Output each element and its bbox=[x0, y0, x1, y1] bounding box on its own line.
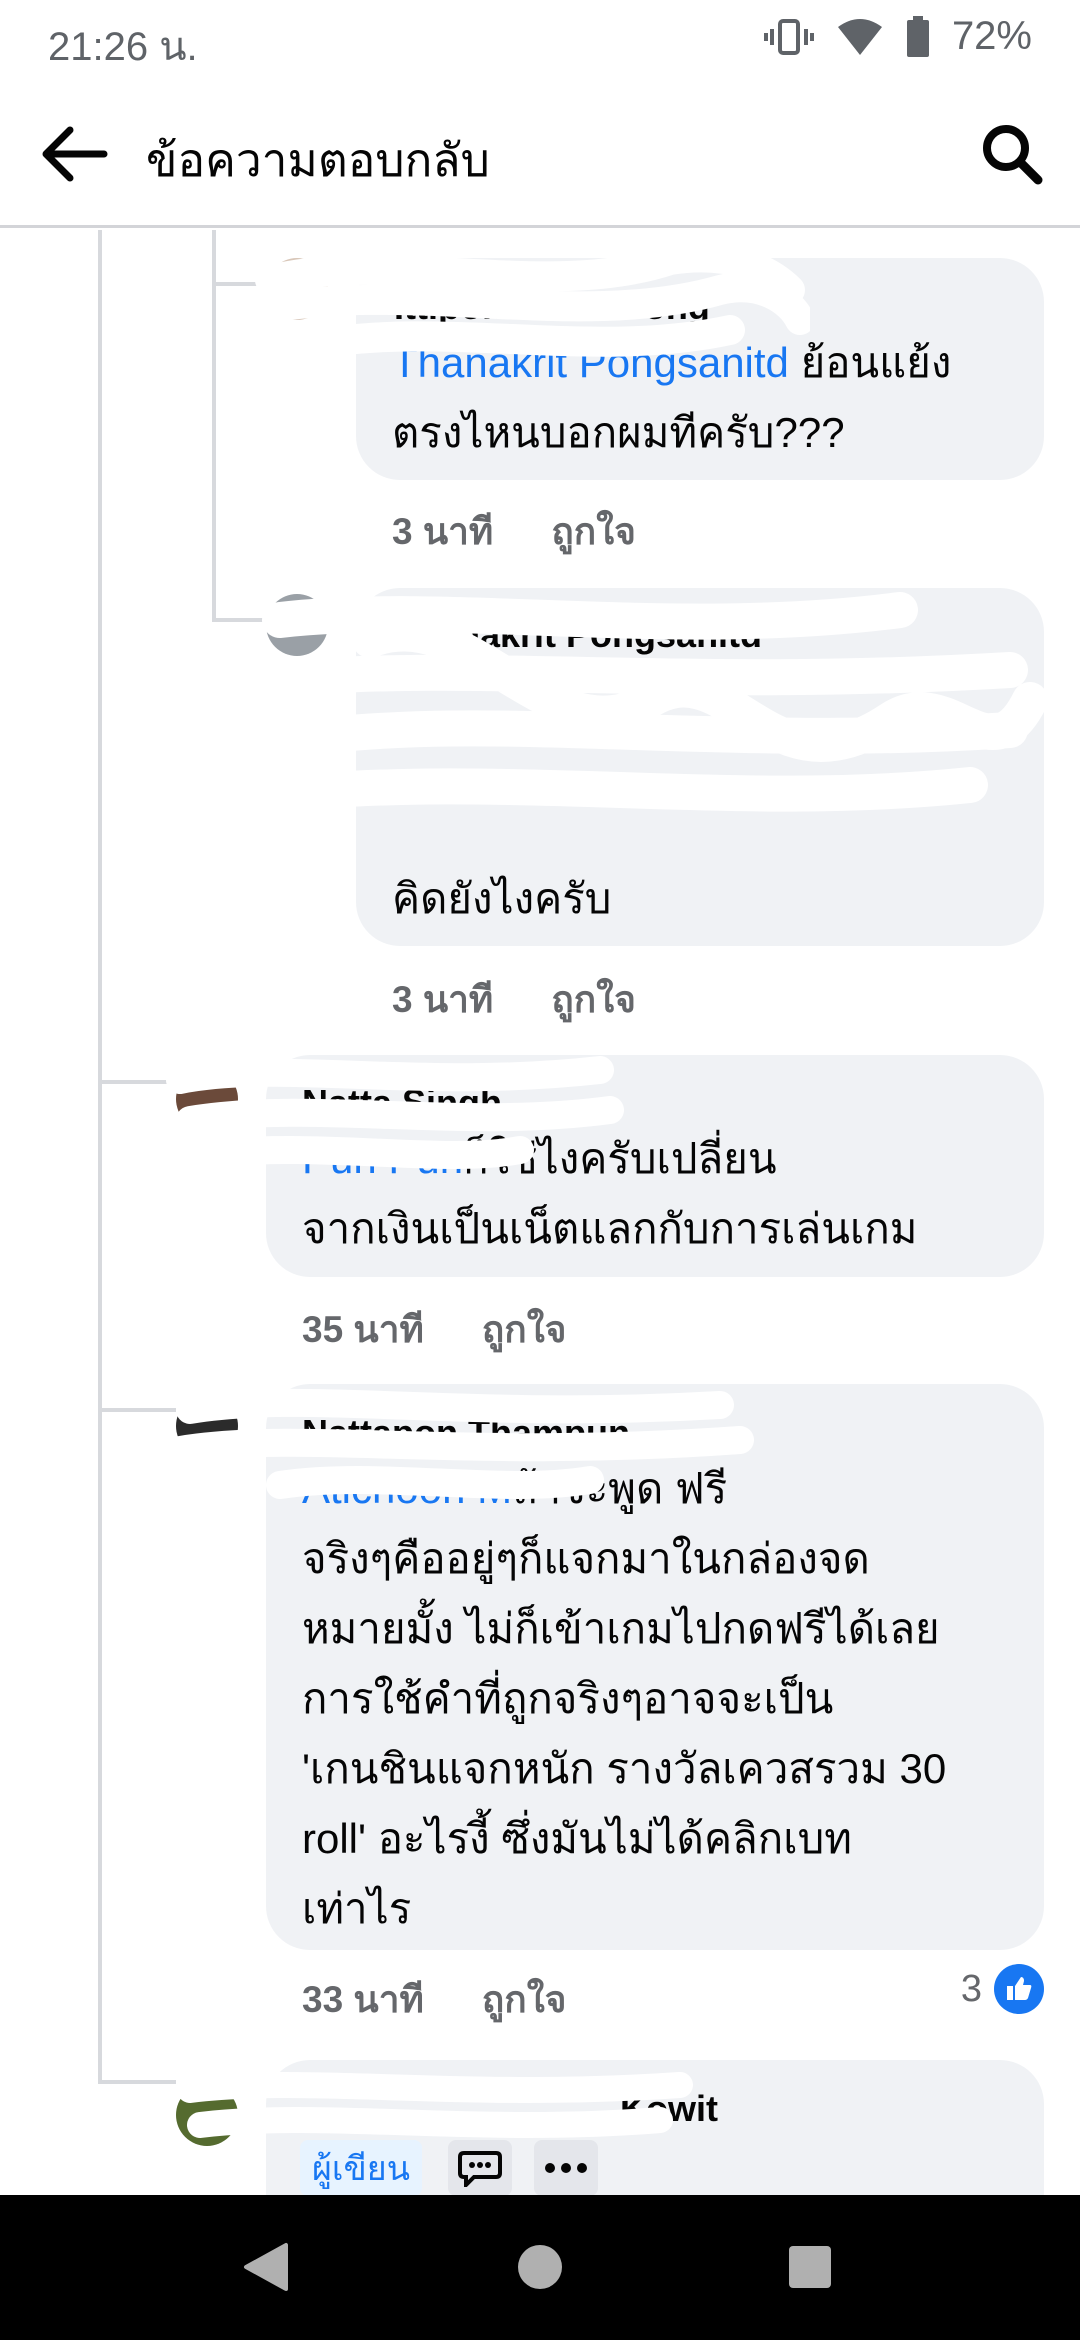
thread-line-inner-branch bbox=[212, 618, 268, 622]
comment-text-line: เท่าไร bbox=[302, 1885, 412, 1932]
circle-home-icon bbox=[518, 2245, 562, 2289]
comment-author[interactable]: Natta Singh bbox=[302, 1082, 502, 1124]
author-badge: ผู้เขียน bbox=[300, 2140, 422, 2196]
comment-text-line: การใช้คำที่ถูกจริงๆอาจจะเป็น bbox=[302, 1675, 834, 1722]
comment-meta: 33 นาที ถูกใจ bbox=[302, 1970, 566, 2029]
thread-line-outer bbox=[98, 230, 102, 2080]
reaction-count: 3 bbox=[960, 1967, 982, 2010]
comment-mention[interactable]: Atichoon M bbox=[302, 1465, 512, 1512]
comment-text-line: 'เกนชินแจกหนัก รางวัลเควสรวม 30 bbox=[302, 1745, 947, 1792]
battery-icon bbox=[906, 15, 930, 58]
wifi-icon bbox=[836, 17, 884, 57]
thread-line-outer-branch bbox=[98, 1080, 176, 1084]
thumbs-up-icon bbox=[994, 1964, 1044, 2014]
thread-line-inner-branch bbox=[212, 282, 268, 286]
avatar[interactable] bbox=[266, 594, 328, 656]
comment-time: 3 นาที bbox=[392, 511, 494, 552]
comment-text-line: Atichoon Mถ้าจะพูด ฟรี bbox=[302, 1465, 728, 1512]
comment-text-line: roll' อะไรงี้ ซึ่งมันไม่ได้คลิกเบท bbox=[302, 1815, 852, 1862]
comment-author[interactable]: Thanakrit Pongsanitd bbox=[394, 614, 762, 656]
avatar[interactable] bbox=[176, 2084, 238, 2146]
triangle-back-icon bbox=[244, 2243, 288, 2291]
comment-text-line: Pun Punก็ใช่ไงครับเปลี่ยน bbox=[302, 1135, 777, 1182]
like-button[interactable]: ถูกใจ bbox=[551, 970, 636, 1029]
vibrate-icon bbox=[763, 17, 814, 57]
thread-line-inner bbox=[212, 230, 216, 620]
status-time: 21:26 น. bbox=[48, 25, 198, 69]
arrow-left-icon bbox=[42, 126, 108, 182]
nav-back-button[interactable] bbox=[236, 2237, 296, 2297]
message-icon[interactable] bbox=[448, 2140, 512, 2196]
status-bar: 21:26 น. 72% bbox=[0, 0, 1080, 80]
page-title: ข้อความตอบกลับ bbox=[146, 134, 490, 186]
comment-author[interactable]: Ittipon Sutthiwong bbox=[394, 286, 710, 328]
nav-recents-button[interactable] bbox=[780, 2237, 840, 2297]
status-icons: 72% bbox=[763, 14, 1032, 59]
search-icon bbox=[983, 125, 1043, 185]
thread-line-outer-branch bbox=[98, 1408, 176, 1412]
comment-time: 3 นาที bbox=[392, 979, 494, 1020]
comment-meta: 3 นาที ถูกใจ bbox=[392, 502, 636, 561]
comment-meta: 3 นาที ถูกใจ bbox=[392, 970, 636, 1029]
comment-author[interactable]: Kowit bbox=[620, 2088, 718, 2130]
comment-time: 35 นาที bbox=[302, 1309, 424, 1350]
comment-text-line: หมายมั้ง ไม่ก็เข้าเกมไปกดฟรีได้เลย bbox=[302, 1605, 940, 1652]
like-button[interactable]: ถูกใจ bbox=[482, 1300, 567, 1359]
back-button[interactable] bbox=[36, 116, 112, 192]
nav-home-button[interactable] bbox=[510, 2237, 570, 2297]
comment-meta: 35 นาที ถูกใจ bbox=[302, 1300, 566, 1359]
avatar[interactable] bbox=[266, 258, 328, 320]
comment-text-line: ตรงไหนบอกผมทีครับ??? bbox=[392, 409, 845, 456]
like-button[interactable]: ถูกใจ bbox=[551, 502, 636, 561]
comment-author[interactable]: Nattapon Thampun bbox=[302, 1412, 630, 1454]
comment-mention[interactable]: Pun Pun bbox=[302, 1135, 463, 1182]
battery-percent: 72% bbox=[951, 14, 1032, 58]
more-options-icon[interactable] bbox=[534, 2140, 598, 2196]
comment-mention[interactable]: Thanakrit Pongsanitd bbox=[392, 339, 789, 386]
reaction-summary[interactable]: 3 bbox=[961, 1964, 1044, 2014]
comment-time: 33 นาที bbox=[302, 1979, 424, 2020]
comment-text-line: จริงๆคืออยู่ๆก็แจกมาในกล่องจด bbox=[302, 1535, 870, 1582]
app-header: ข้อความตอบกลับ bbox=[0, 80, 1080, 228]
comment-text-line: จากเงินเป็นเน็ตแลกกับการเล่นเกม bbox=[302, 1205, 918, 1252]
square-recents-icon bbox=[789, 2246, 831, 2288]
like-button[interactable]: ถูกใจ bbox=[482, 1970, 567, 2029]
avatar[interactable] bbox=[176, 1068, 238, 1130]
comment-text-line: Thanakrit Pongsanitd ย้อนแย้ง bbox=[392, 339, 952, 386]
system-navigation-bar bbox=[0, 2195, 1080, 2340]
thread-line-outer-branch bbox=[98, 2080, 176, 2084]
comment-text-line: คิดยังไงครับ bbox=[392, 875, 612, 922]
search-button[interactable] bbox=[974, 116, 1050, 192]
avatar[interactable] bbox=[176, 1395, 238, 1457]
